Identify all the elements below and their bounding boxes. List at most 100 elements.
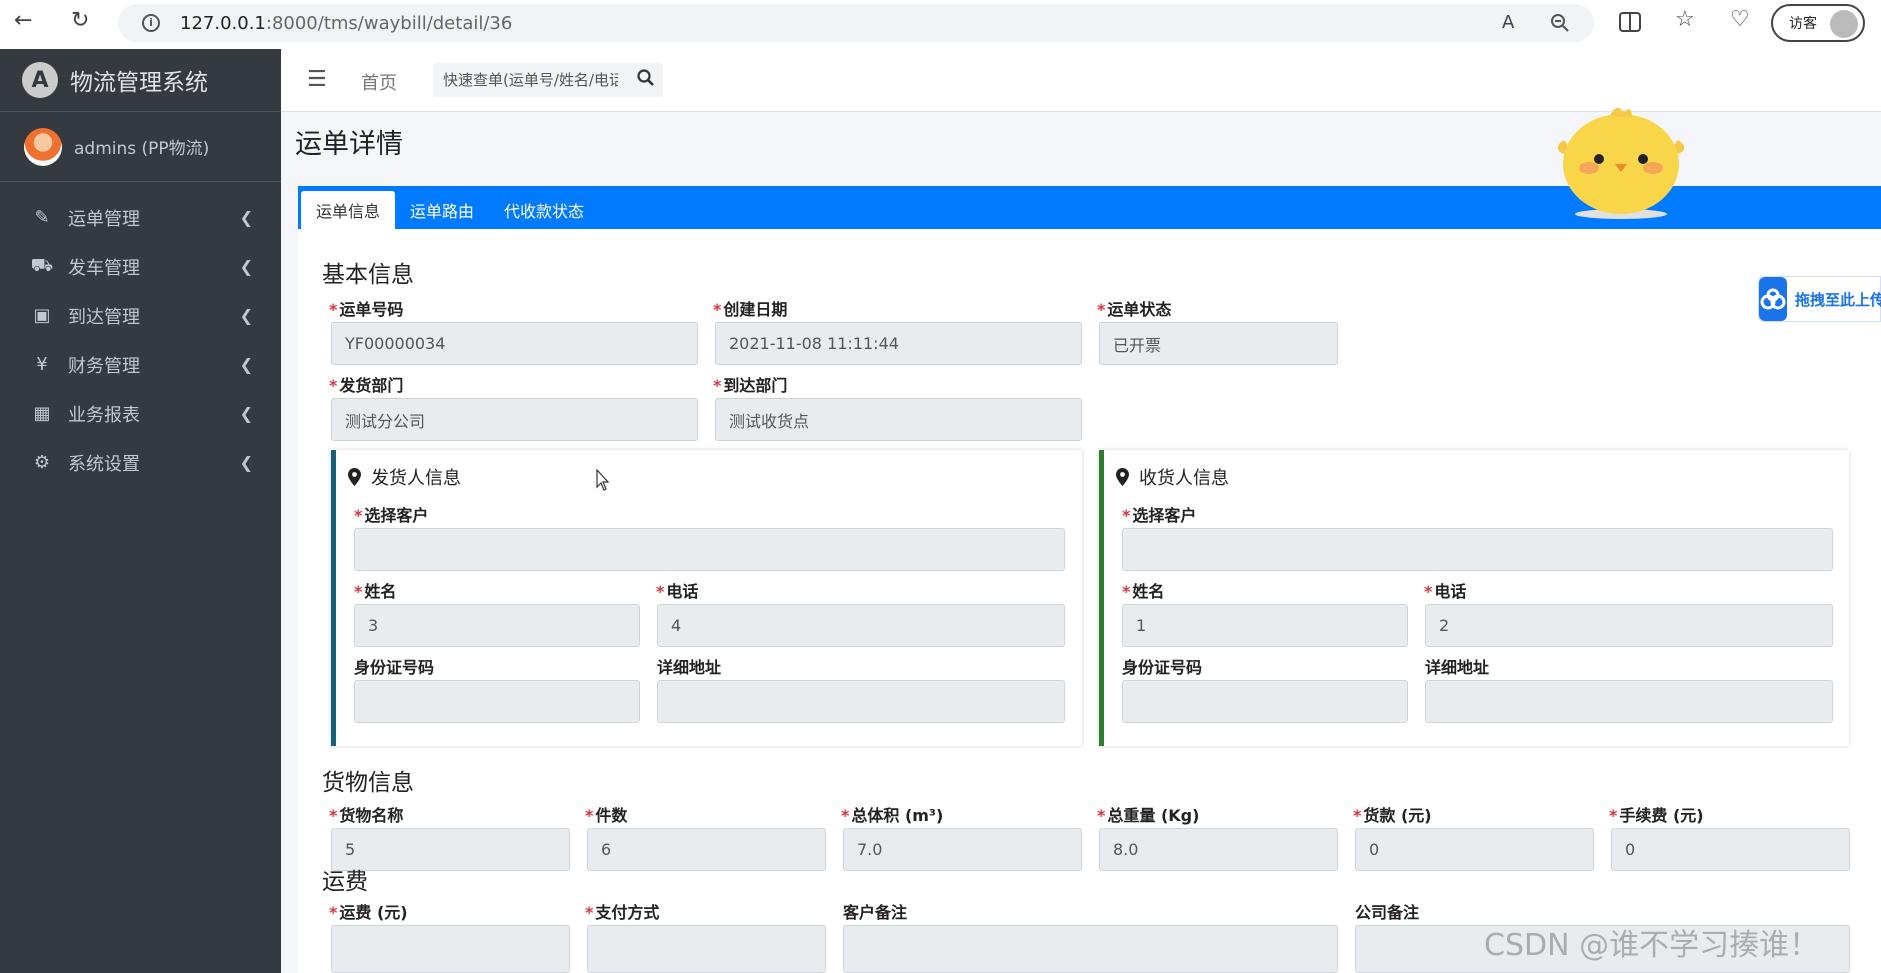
url-host: 127.0.0.1 (180, 12, 266, 34)
chevron-left-icon: ❮ (239, 453, 253, 472)
sender-name-field[interactable]: 3 (354, 604, 640, 647)
search-icon[interactable] (637, 69, 655, 87)
from-dept-field[interactable]: 测试分公司 (331, 398, 698, 441)
dolly-icon: ▣ (33, 305, 51, 326)
browser-toolbar: ← ↻ i 127.0.0.1:8000/tms/waybill/detail/… (0, 0, 1881, 45)
receiver-panel: 收货人信息 * 选择客户 * 姓名 1 * 电话 2 身份证号码 详细地址 (1099, 450, 1849, 746)
receiver-customer-label: * 选择客户 (1122, 506, 1197, 525)
sidebar-item-reports[interactable]: ▦ 业务报表 ❮ (0, 389, 281, 438)
to-dept-field[interactable]: 测试收货点 (715, 398, 1082, 441)
goods-payment-label: * 货款 (元) (1353, 806, 1432, 825)
user-panel[interactable]: admins (PP物流) (0, 112, 281, 182)
gear-icon: ⚙ (33, 452, 51, 473)
sender-phone-field[interactable]: 4 (657, 604, 1065, 647)
watermark: CSDN @谁不学习揍谁！ (1484, 928, 1820, 963)
sidebar: A 物流管理系统 admins (PP物流) ✎ 运单管理 ❮ ⛟ 发车管理 ❮… (0, 49, 281, 973)
chevron-left-icon: ❮ (239, 257, 253, 276)
from-dept-label: * 发货部门 (329, 376, 404, 395)
chevron-left-icon: ❮ (239, 355, 253, 374)
tab-waybill-info[interactable]: 运单信息 (301, 191, 396, 229)
goods-count-field[interactable]: 6 (587, 828, 826, 871)
map-pin-icon (1116, 468, 1129, 486)
pay-method-select[interactable] (587, 925, 826, 973)
sender-id-label: 身份证号码 (354, 658, 435, 677)
sidebar-item-settings[interactable]: ⚙ 系统设置 ❮ (0, 438, 281, 487)
chevron-left-icon: ❮ (239, 208, 253, 227)
tab-waybill-route[interactable]: 运单路由 (395, 191, 489, 229)
tab-collection-status[interactable]: 代收款状态 (489, 191, 599, 229)
freight-fee-field[interactable] (331, 925, 570, 973)
receiver-panel-title: 收货人信息 (1116, 464, 1229, 490)
mouse-cursor-icon (596, 469, 610, 491)
handling-fee-label: * 手续费 (元) (1609, 806, 1704, 825)
goods-name-label: * 货物名称 (329, 806, 404, 825)
goods-volume-field[interactable]: 7.0 (843, 828, 1082, 871)
cloud-icon (1759, 277, 1787, 321)
home-link[interactable]: 首页 (361, 69, 397, 95)
receiver-phone-field[interactable]: 2 (1425, 604, 1833, 647)
page-title: 运单详情 (295, 129, 403, 160)
receiver-name-label: * 姓名 (1122, 582, 1165, 601)
read-aloud-icon[interactable]: A (1502, 12, 1514, 34)
site-info-icon[interactable]: i (142, 14, 160, 32)
sender-address-label: 详细地址 (657, 658, 722, 677)
menu-toggle-icon[interactable]: ☰ (307, 67, 327, 92)
chevron-left-icon: ❮ (239, 306, 253, 325)
profile-button[interactable]: 访客 (1771, 4, 1865, 42)
customer-note-field[interactable] (843, 925, 1338, 973)
split-screen-icon[interactable] (1619, 12, 1641, 32)
address-bar[interactable]: i 127.0.0.1:8000/tms/waybill/detail/36 A (118, 4, 1594, 42)
profile-label: 访客 (1789, 16, 1817, 32)
cloud-upload-button[interactable]: 拖拽至此上传 (1758, 276, 1881, 322)
created-date-label: * 创建日期 (713, 300, 788, 319)
search-input[interactable] (433, 71, 618, 89)
user-name: admins (PP物流) (74, 139, 210, 159)
sidebar-item-label: 到达管理 (68, 306, 140, 328)
goods-volume-label: * 总体积 (m³) (841, 806, 944, 825)
to-dept-label: * 到达部门 (713, 376, 788, 395)
receiver-id-field[interactable] (1122, 680, 1408, 723)
customer-note-label: 客户备注 (843, 903, 908, 922)
sidebar-item-finance[interactable]: ¥ 财务管理 ❮ (0, 340, 281, 389)
sender-panel: 发货人信息 * 选择客户 * 姓名 3 * 电话 4 身份证号码 详细地址 (331, 450, 1082, 746)
sidebar-item-label: 系统设置 (68, 453, 140, 475)
url-path: :8000/tms/waybill/detail/36 (265, 12, 513, 34)
handling-fee-field[interactable]: 0 (1611, 828, 1850, 871)
health-heart-icon[interactable]: ♡ (1730, 9, 1750, 31)
goods-weight-label: * 总重量 (Kg) (1097, 806, 1200, 825)
created-date-field[interactable]: 2021-11-08 11:11:44 (715, 322, 1082, 365)
pay-method-label: * 支付方式 (585, 903, 660, 922)
sender-id-field[interactable] (354, 680, 640, 723)
sender-customer-label: * 选择客户 (354, 506, 429, 525)
section-goods-info: 货物信息 (322, 770, 414, 796)
sidebar-item-arrival[interactable]: ▣ 到达管理 ❮ (0, 291, 281, 340)
goods-weight-field[interactable]: 8.0 (1099, 828, 1338, 871)
avatar (24, 127, 62, 166)
receiver-name-field[interactable]: 1 (1122, 604, 1408, 647)
chevron-left-icon: ❮ (239, 404, 253, 423)
sender-address-field[interactable] (657, 680, 1065, 723)
map-pin-icon (348, 468, 361, 486)
waybill-no-field[interactable]: YF00000034 (331, 322, 698, 365)
receiver-customer-field[interactable] (1122, 528, 1833, 571)
favorites-icon[interactable]: ☆ (1675, 9, 1695, 31)
receiver-phone-label: * 电话 (1424, 582, 1467, 601)
receiver-address-field[interactable] (1425, 680, 1833, 723)
brand[interactable]: A 物流管理系统 (0, 49, 281, 112)
sidebar-item-label: 运单管理 (68, 208, 140, 230)
waybill-no-label: * 运单号码 (329, 300, 404, 319)
reload-icon[interactable]: ↻ (71, 10, 89, 32)
section-freight: 运费 (322, 869, 368, 895)
status-field[interactable]: 已开票 (1099, 322, 1338, 365)
sidebar-item-dispatch[interactable]: ⛟ 发车管理 ❮ (0, 242, 281, 291)
sender-customer-field[interactable] (354, 528, 1065, 571)
sidebar-item-label: 发车管理 (68, 257, 140, 279)
table-icon: ▦ (33, 403, 51, 424)
brand-name: 物流管理系统 (70, 70, 208, 96)
sidebar-item-waybill[interactable]: ✎ 运单管理 ❮ (0, 193, 281, 242)
goods-payment-field[interactable]: 0 (1355, 828, 1594, 871)
back-arrow-icon[interactable]: ← (14, 10, 32, 32)
company-note-label: 公司备注 (1355, 903, 1420, 922)
sender-name-label: * 姓名 (354, 582, 397, 601)
zoom-out-icon[interactable] (1551, 14, 1569, 32)
